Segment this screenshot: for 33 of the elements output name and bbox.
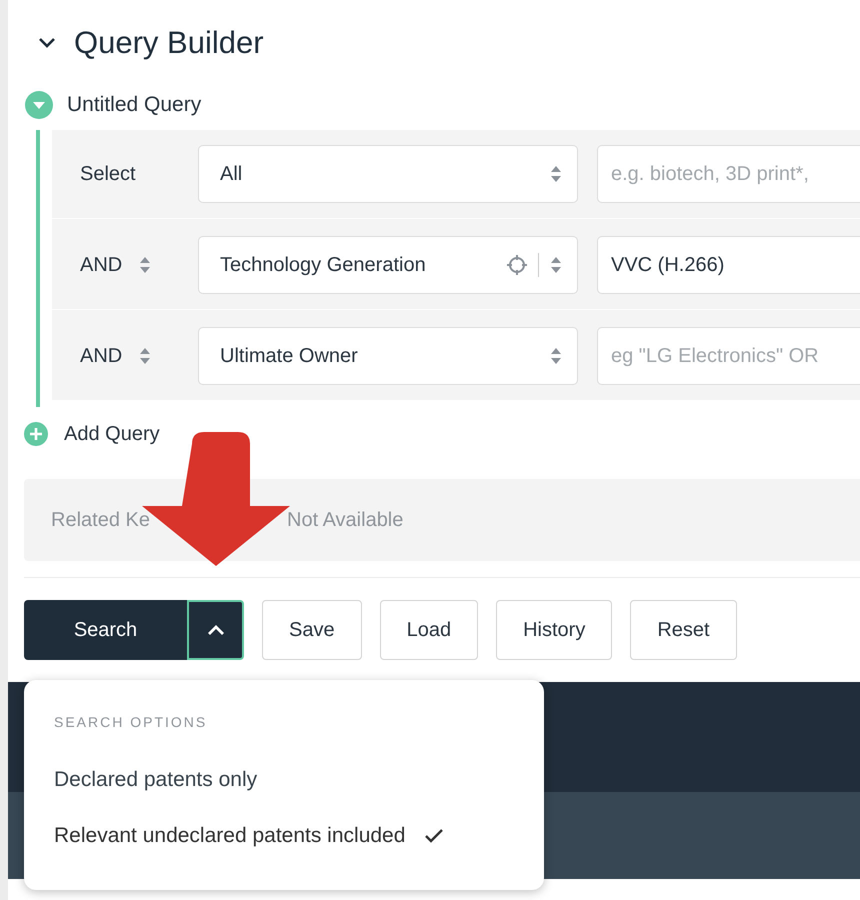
input-field[interactable]: e.g. biotech, 3D print*, <box>597 145 860 203</box>
toolbar-button[interactable]: Reset <box>630 600 737 660</box>
panel-title: Query Builder <box>74 25 264 61</box>
sort-arrows-icon <box>549 256 563 274</box>
connector-label: AND <box>80 254 122 276</box>
plus-circle-icon[interactable] <box>24 422 48 446</box>
field-dropdown[interactable]: Technology Generation <box>198 236 578 294</box>
menu-heading: SEARCH OPTIONS <box>54 714 208 730</box>
sort-arrows-icon <box>549 165 563 183</box>
connector-label: Select <box>80 162 136 186</box>
sort-arrows-icon <box>138 256 152 274</box>
menu-item[interactable]: Relevant undeclared patents included <box>54 808 544 864</box>
field-dropdown[interactable]: All <box>198 145 578 203</box>
checkmark-icon <box>425 829 444 843</box>
related-label: Related Ke <box>51 508 151 532</box>
connector-label: AND <box>80 344 122 368</box>
menu-item[interactable]: Declared patents only <box>54 752 544 808</box>
toolbar-button[interactable]: History <box>496 600 612 660</box>
search-button[interactable]: Search <box>24 600 187 660</box>
toolbar-button[interactable]: Load <box>380 600 478 660</box>
caret-button[interactable] <box>187 600 244 660</box>
collapse-circle-icon[interactable] <box>25 91 53 119</box>
sort-arrows-icon <box>138 347 152 365</box>
toolbar-button[interactable]: Save <box>262 600 362 660</box>
query-title: Untitled Query <box>67 93 202 117</box>
add-query-link[interactable]: Add Query <box>64 422 160 446</box>
input-field[interactable]: eg "LG Electronics" OR <box>597 327 860 385</box>
caret-up-icon <box>206 624 224 636</box>
related-value: Not Available <box>287 508 404 532</box>
sort-arrows-icon <box>549 347 563 365</box>
input-field[interactable]: VVC (H.266) <box>597 236 860 294</box>
field-dropdown[interactable]: Ultimate Owner <box>198 327 578 385</box>
crosshair-icon <box>506 254 528 276</box>
